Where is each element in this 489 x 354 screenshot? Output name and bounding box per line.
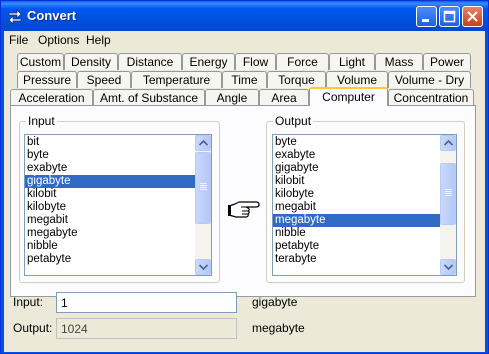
tab-area[interactable]: Area xyxy=(259,89,309,106)
tab-volume[interactable]: Volume xyxy=(326,71,388,88)
menu-options[interactable]: Options xyxy=(38,33,79,47)
list-item[interactable]: bit xyxy=(25,136,211,149)
window-title: Convert xyxy=(27,8,77,23)
minimize-button[interactable] xyxy=(416,6,437,27)
chevron-down-icon xyxy=(444,264,453,270)
close-icon xyxy=(467,11,478,22)
minimize-icon xyxy=(422,19,429,22)
tab-distance[interactable]: Distance xyxy=(118,53,182,70)
title-bar[interactable]: Convert xyxy=(1,1,488,31)
menu-file[interactable]: File xyxy=(9,33,28,47)
output-label: Output: xyxy=(13,321,53,335)
chevron-up-icon xyxy=(444,140,453,146)
list-item[interactable]: nibble xyxy=(273,227,456,240)
tab-pressure[interactable]: Pressure xyxy=(17,71,77,88)
list-item[interactable]: kilobyte xyxy=(25,201,211,214)
list-item[interactable]: kilobit xyxy=(25,188,211,201)
tab-acceleration[interactable]: Acceleration xyxy=(10,89,93,106)
scroll-up-button[interactable] xyxy=(440,135,456,151)
tab-force[interactable]: Force xyxy=(276,53,329,70)
output-group: Output byte exabyte gigabyte kilobit kil… xyxy=(266,114,465,283)
maximize-icon xyxy=(443,10,456,23)
maximize-button[interactable] xyxy=(439,6,460,27)
output-unit-list[interactable]: byte exabyte gigabyte kilobit kilobyte m… xyxy=(272,134,457,276)
list-item-selected[interactable]: megabyte xyxy=(273,214,456,227)
list-item[interactable]: byte xyxy=(25,149,211,162)
tab-light[interactable]: Light xyxy=(329,53,375,70)
app-window: Convert File Options Help Custom Density… xyxy=(0,0,489,354)
tab-angle[interactable]: Angle xyxy=(205,89,259,106)
tab-volume-dry[interactable]: Volume - Dry xyxy=(388,71,471,88)
tab-concentration[interactable]: Concentration xyxy=(388,89,474,106)
list-item[interactable]: petabyte xyxy=(25,253,211,266)
tab-mass[interactable]: Mass xyxy=(375,53,423,70)
tab-density[interactable]: Density xyxy=(64,53,118,70)
chevron-down-icon xyxy=(199,264,208,270)
chevron-up-icon xyxy=(199,140,208,146)
output-list-scrollbar[interactable] xyxy=(440,135,456,275)
list-item[interactable]: nibble xyxy=(25,240,211,253)
scroll-thumb[interactable] xyxy=(440,163,456,225)
list-item[interactable]: exabyte xyxy=(25,162,211,175)
tab-computer[interactable]: Computer xyxy=(309,87,388,106)
input-value-field[interactable] xyxy=(56,292,237,313)
list-item-selected[interactable]: gigabyte xyxy=(25,175,211,188)
list-item[interactable]: petabyte xyxy=(273,240,456,253)
scroll-down-button[interactable] xyxy=(440,259,456,275)
menu-bar: File Options Help xyxy=(4,31,485,49)
list-item[interactable]: byte xyxy=(273,136,456,149)
close-button[interactable] xyxy=(462,6,483,27)
input-list-scrollbar[interactable] xyxy=(195,135,211,275)
list-item[interactable]: megabit xyxy=(25,214,211,227)
tab-amt-of-substance[interactable]: Amt. of Substance xyxy=(93,89,205,106)
tab-panel: Input bit byte exabyte gigabyte kilobit … xyxy=(10,105,476,297)
tab-energy[interactable]: Energy xyxy=(182,53,235,70)
list-item[interactable]: terabyte xyxy=(273,253,456,266)
list-item[interactable]: kilobyte xyxy=(273,188,456,201)
list-item[interactable]: megabyte xyxy=(25,227,211,240)
tab-flow[interactable]: Flow xyxy=(235,53,276,70)
pointing-hand-icon xyxy=(228,201,260,218)
input-group: Input bit byte exabyte gigabyte kilobit … xyxy=(19,114,220,283)
convert-app-icon xyxy=(8,9,22,24)
tab-power[interactable]: Power xyxy=(423,53,471,70)
client-area: File Options Help Custom Density Distanc… xyxy=(4,31,485,352)
output-value-field[interactable] xyxy=(56,318,237,339)
output-group-label: Output xyxy=(273,114,314,128)
list-item[interactable]: gigabyte xyxy=(273,162,456,175)
tab-custom[interactable]: Custom xyxy=(17,53,64,70)
input-label: Input: xyxy=(13,295,44,309)
tab-speed[interactable]: Speed xyxy=(77,71,131,88)
scroll-up-button[interactable] xyxy=(195,135,211,151)
output-unit-label: megabyte xyxy=(252,321,305,335)
scroll-down-button[interactable] xyxy=(195,259,211,275)
list-item[interactable]: megabit xyxy=(273,201,456,214)
tab-temperature[interactable]: Temperature xyxy=(131,71,222,88)
input-unit-list[interactable]: bit byte exabyte gigabyte kilobit kiloby… xyxy=(24,134,212,276)
scroll-thumb[interactable] xyxy=(195,152,211,224)
input-unit-label: gigabyte xyxy=(252,295,298,309)
tab-torque[interactable]: Torque xyxy=(267,71,326,88)
menu-help[interactable]: Help xyxy=(86,33,111,47)
list-item[interactable]: kilobit xyxy=(273,175,456,188)
input-group-label: Input xyxy=(26,114,57,128)
list-item[interactable]: exabyte xyxy=(273,149,456,162)
tab-time[interactable]: Time xyxy=(222,71,267,88)
